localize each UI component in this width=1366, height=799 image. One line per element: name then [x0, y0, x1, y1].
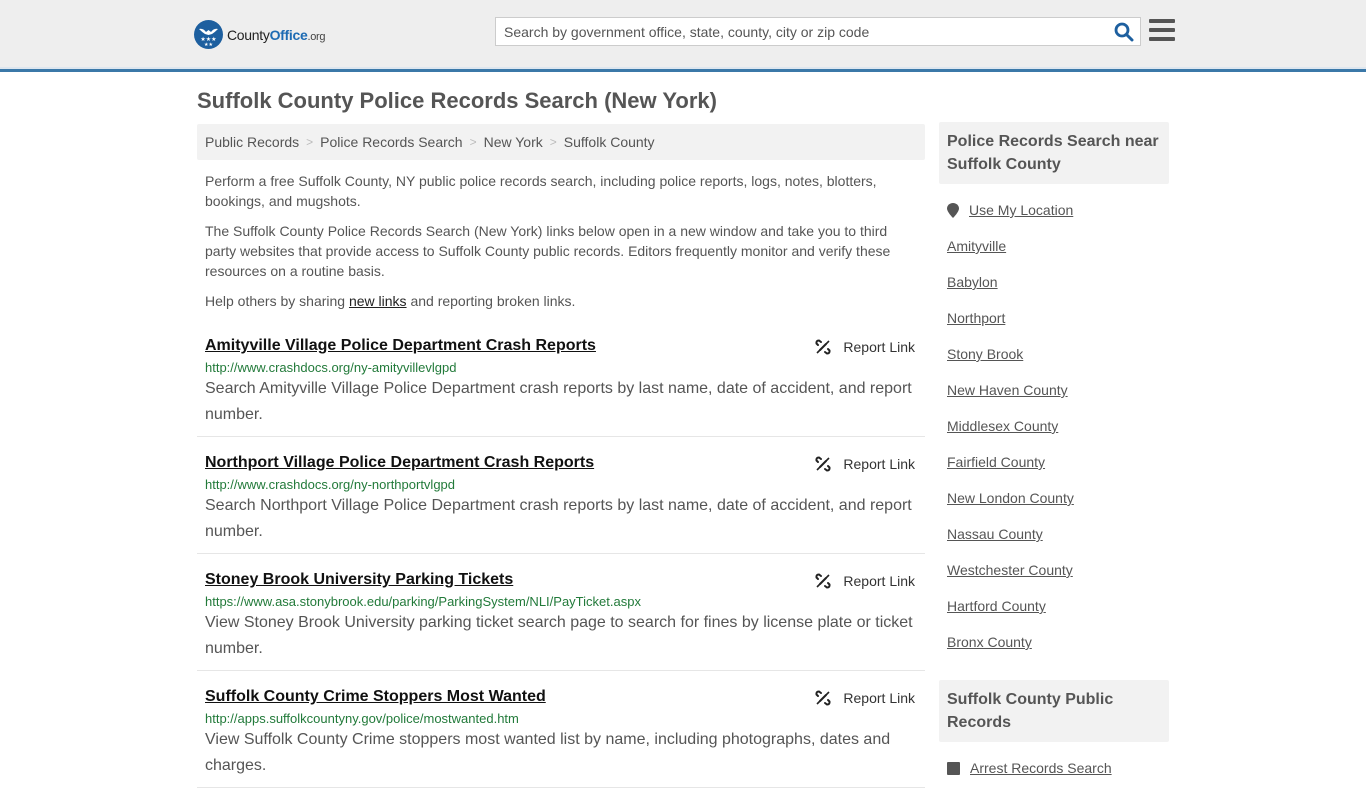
search-icon[interactable]	[1114, 22, 1134, 42]
main-content: Public Records > Police Records Search >…	[197, 124, 925, 799]
result-url: http://www.crashdocs.org/ny-northportvlg…	[205, 477, 456, 492]
report-link-button[interactable]: Report Link	[815, 339, 915, 355]
nearby-item: Middlesex County	[947, 408, 1161, 444]
public-records-heading: Suffolk County Public Records	[939, 680, 1169, 742]
eagle-logo-icon: ★★★ ★★	[194, 20, 223, 49]
search-input[interactable]	[496, 18, 1096, 45]
results-list: Amityville Village Police Department Cra…	[197, 331, 925, 788]
result-item: Stoney Brook University Parking Tickets …	[197, 565, 925, 671]
breadcrumb-suffolk-county[interactable]: Suffolk County	[564, 134, 655, 150]
nearby-item: New Haven County	[947, 372, 1161, 408]
report-link-label: Report Link	[843, 690, 915, 706]
use-my-location-link[interactable]: Use My Location	[969, 202, 1073, 218]
nearby-item: Bronx County	[947, 624, 1161, 660]
nearby-link-hartford-county[interactable]: Hartford County	[947, 598, 1046, 614]
nearby-link-bronx-county[interactable]: Bronx County	[947, 634, 1032, 650]
nearby-item: Stony Brook	[947, 336, 1161, 372]
result-title-link[interactable]: Suffolk County Crime Stoppers Most Wante…	[205, 688, 546, 706]
report-link-label: Report Link	[843, 573, 915, 589]
handcuffs-icon	[947, 761, 960, 775]
result-description: Search Amityville Village Police Departm…	[205, 380, 912, 423]
result-title-link[interactable]: Stoney Brook University Parking Tickets	[205, 571, 513, 589]
sidebar: Police Records Search near Suffolk Count…	[939, 122, 1169, 786]
top-header: ★★★ ★★ CountyOffice.org	[0, 0, 1366, 72]
intro-paragraph-1: Perform a free Suffolk County, NY public…	[205, 173, 877, 209]
report-link-label: Report Link	[843, 456, 915, 472]
arrest-records-search-link[interactable]: Arrest Records Search	[970, 760, 1112, 776]
breadcrumb-public-records[interactable]: Public Records	[205, 134, 299, 150]
report-link-button[interactable]: Report Link	[815, 456, 915, 472]
broken-link-icon	[815, 339, 831, 355]
nearby-link-northport[interactable]: Northport	[947, 310, 1005, 326]
nearby-item: Fairfield County	[947, 444, 1161, 480]
nearby-link-stony-brook[interactable]: Stony Brook	[947, 346, 1023, 362]
nearby-link-fairfield-county[interactable]: Fairfield County	[947, 454, 1045, 470]
result-url: http://www.crashdocs.org/ny-amityvillevl…	[205, 360, 457, 375]
nearby-link-nassau-county[interactable]: Nassau County	[947, 526, 1043, 542]
breadcrumb: Public Records > Police Records Search >…	[197, 124, 925, 160]
svg-text:★★: ★★	[204, 42, 213, 48]
result-description: Search Northport Village Police Departme…	[205, 497, 912, 540]
nearby-heading: Police Records Search near Suffolk Count…	[939, 122, 1169, 184]
breadcrumb-separator: >	[469, 135, 477, 149]
intro-text: Perform a free Suffolk County, NY public…	[197, 171, 925, 311]
report-link-label: Report Link	[843, 339, 915, 355]
nearby-item: New London County	[947, 480, 1161, 516]
page-title: Suffolk County Police Records Search (Ne…	[197, 88, 717, 113]
public-records-item: Arrest Records Search	[947, 750, 1161, 786]
breadcrumb-new-york[interactable]: New York	[484, 134, 543, 150]
result-item: Northport Village Police Department Cras…	[197, 448, 925, 554]
intro-paragraph-3: Help others by sharing new links and rep…	[205, 293, 576, 309]
nearby-item: Northport	[947, 300, 1161, 336]
site-logo[interactable]: ★★★ ★★ CountyOffice.org	[194, 20, 326, 49]
nearby-item: Westchester County	[947, 552, 1161, 588]
nearby-item: Amityville	[947, 228, 1161, 264]
result-description: View Stoney Brook University parking tic…	[205, 614, 913, 657]
result-url: https://www.asa.stonybrook.edu/parking/P…	[205, 594, 641, 609]
result-description: View Suffolk County Crime stoppers most …	[205, 731, 891, 774]
new-links-link[interactable]: new links	[349, 293, 407, 309]
broken-link-icon	[815, 456, 831, 472]
report-link-button[interactable]: Report Link	[815, 573, 915, 589]
report-link-button[interactable]: Report Link	[815, 690, 915, 706]
result-title-link[interactable]: Northport Village Police Department Cras…	[205, 454, 594, 472]
nearby-link-babylon[interactable]: Babylon	[947, 274, 998, 290]
nearby-link-westchester-county[interactable]: Westchester County	[947, 562, 1073, 578]
broken-link-icon	[815, 690, 831, 706]
result-url: http://apps.suffolkcountyny.gov/police/m…	[205, 711, 519, 726]
hamburger-menu-icon[interactable]	[1149, 19, 1175, 43]
result-title-link[interactable]: Amityville Village Police Department Cra…	[205, 337, 596, 355]
nearby-link-new-haven-county[interactable]: New Haven County	[947, 382, 1068, 398]
breadcrumb-separator: >	[306, 135, 314, 149]
nearby-link-amityville[interactable]: Amityville	[947, 238, 1006, 254]
breadcrumb-separator: >	[549, 135, 557, 149]
broken-link-icon	[815, 573, 831, 589]
nearby-link-new-london-county[interactable]: New London County	[947, 490, 1074, 506]
map-pin-icon	[947, 202, 959, 218]
nearby-item: Hartford County	[947, 588, 1161, 624]
result-item: Suffolk County Crime Stoppers Most Wante…	[197, 682, 925, 788]
nearby-list: Use My Location Amityville Babylon North…	[939, 192, 1169, 660]
breadcrumb-police-records-search[interactable]: Police Records Search	[320, 134, 462, 150]
use-location-item: Use My Location	[947, 192, 1161, 228]
public-records-list: Arrest Records Search	[939, 750, 1169, 786]
intro-paragraph-2: The Suffolk County Police Records Search…	[205, 223, 891, 279]
nearby-item: Nassau County	[947, 516, 1161, 552]
nearby-item: Babylon	[947, 264, 1161, 300]
search-box	[495, 17, 1141, 46]
nearby-link-middlesex-county[interactable]: Middlesex County	[947, 418, 1058, 434]
logo-text: CountyOffice.org	[227, 26, 326, 43]
result-item: Amityville Village Police Department Cra…	[197, 331, 925, 437]
